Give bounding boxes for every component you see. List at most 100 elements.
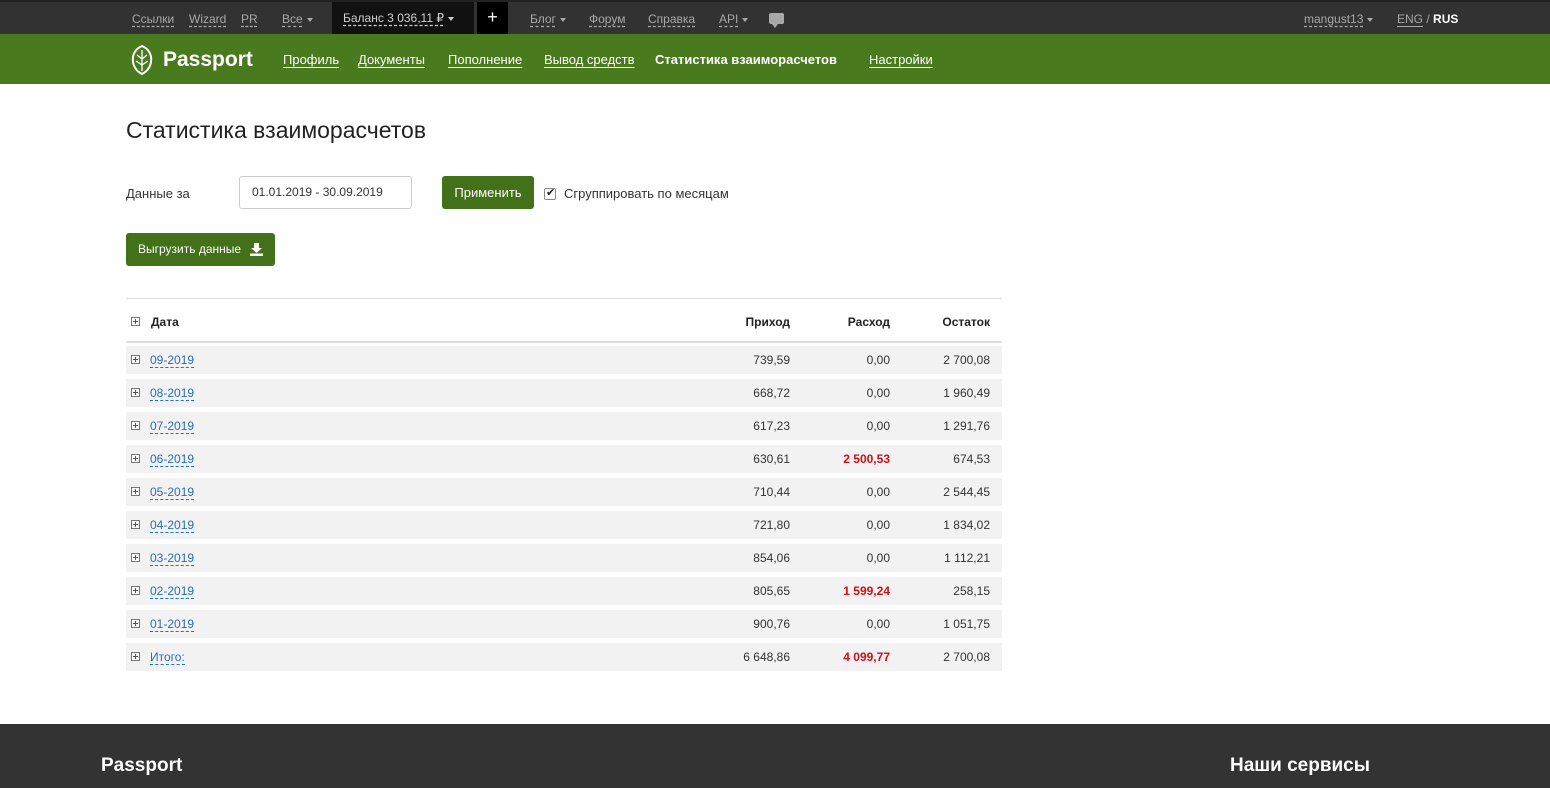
row-income: 739,59 xyxy=(753,353,790,367)
footer-title: Passport xyxy=(101,755,183,776)
expand-row-icon[interactable] xyxy=(131,487,140,496)
row-expense: 0,00 xyxy=(866,485,890,499)
row-date-link[interactable]: 09-2019 xyxy=(150,353,195,368)
expand-row-icon[interactable] xyxy=(131,520,140,529)
nav-statistics[interactable]: Статистика взаиморасчетов xyxy=(655,52,837,67)
nav-profile[interactable]: Профиль xyxy=(283,52,339,67)
nav-topup[interactable]: Пополнение xyxy=(448,52,522,67)
api-label: API xyxy=(719,12,739,26)
row-balance: 1 960,49 xyxy=(943,386,990,400)
row-date-link[interactable]: 03-2019 xyxy=(150,551,195,566)
nav-documents[interactable]: Документы xyxy=(358,52,425,67)
chevron-down-icon xyxy=(559,17,566,22)
balance-value: Баланс 3 036,11 ₽ xyxy=(343,11,444,25)
table-row: 03-2019 854,06 0,00 1 112,21 xyxy=(126,541,1002,574)
row-income: 617,23 xyxy=(753,419,790,433)
row-income: 6 648,86 xyxy=(743,650,790,664)
topbar-link-links[interactable]: Ссылки xyxy=(132,12,174,26)
logo-text[interactable]: Passport xyxy=(163,48,253,72)
export-label: Выгрузить данные xyxy=(138,242,242,256)
row-income: 721,80 xyxy=(753,518,790,532)
export-data-button[interactable]: Выгрузить данные xyxy=(126,233,275,266)
row-expense: 0,00 xyxy=(866,617,890,631)
table-row: 09-2019 739,59 0,00 2 700,08 xyxy=(126,343,1002,376)
table-row: 04-2019 721,80 0,00 1 834,02 xyxy=(126,508,1002,541)
topbar-api-dropdown[interactable]: API xyxy=(719,12,749,26)
statistics-table: Дата Приход Расход Остаток 09-2019 739,59… xyxy=(126,298,1002,673)
row-balance: 2 700,08 xyxy=(943,353,990,367)
expand-row-icon[interactable] xyxy=(131,421,140,430)
row-balance: 1 112,21 xyxy=(944,551,990,565)
row-expense: 0,00 xyxy=(866,551,890,565)
nav-withdraw[interactable]: Вывод средств xyxy=(544,52,635,67)
expand-row-icon[interactable] xyxy=(131,454,140,463)
row-balance: 1 051,75 xyxy=(943,617,990,631)
balance-dropdown[interactable]: Баланс 3 036,11 ₽ xyxy=(332,2,474,34)
expand-row-icon[interactable] xyxy=(131,619,140,628)
main-nav: Passport Профиль Документы Пополнение Вы… xyxy=(0,34,1550,84)
header-balance[interactable]: Остаток xyxy=(880,315,990,329)
footer: Passport Наши сервисы xyxy=(0,724,1550,788)
lang-rus-current: RUS xyxy=(1433,12,1459,26)
topbar-all-dropdown[interactable]: Все xyxy=(282,12,313,26)
nav-settings[interactable]: Настройки xyxy=(869,52,933,67)
expand-row-icon[interactable] xyxy=(131,652,140,661)
row-expense: 0,00 xyxy=(866,386,890,400)
topbar-link-pr[interactable]: PR xyxy=(241,12,258,26)
row-date-link[interactable]: Итого: xyxy=(150,650,185,665)
group-by-month-label[interactable]: Сгруппировать по месяцам xyxy=(564,186,729,201)
topbar-link-forum[interactable]: Форум xyxy=(589,12,625,26)
page-title: Статистика взаиморасчетов xyxy=(126,117,427,143)
chat-icon[interactable] xyxy=(769,13,784,28)
table-row: 08-2019 668,72 0,00 1 960,49 xyxy=(126,376,1002,409)
download-icon xyxy=(250,243,263,256)
expand-row-icon[interactable] xyxy=(131,355,140,364)
row-date-link[interactable]: 01-2019 xyxy=(150,617,195,632)
table-row: 06-2019 630,61 2 500,53 674,53 xyxy=(126,442,1002,475)
row-date-link[interactable]: 08-2019 xyxy=(150,386,195,401)
add-funds-button[interactable]: + xyxy=(477,2,508,34)
row-expense: 4 099,77 xyxy=(843,650,890,664)
header-expense[interactable]: Расход xyxy=(780,315,890,329)
row-income: 710,44 xyxy=(753,485,790,499)
user-menu-dropdown[interactable]: mangust13 xyxy=(1304,12,1374,26)
topbar-blog-dropdown[interactable]: Блог xyxy=(530,12,566,26)
date-range-input[interactable]: 01.01.2019 - 30.09.2019 xyxy=(239,176,412,209)
expand-all-icon[interactable] xyxy=(131,317,140,326)
apply-button[interactable]: Применить xyxy=(442,176,534,209)
table-row: Итого: 6 648,86 4 099,77 2 700,08 xyxy=(126,640,1002,673)
header-income[interactable]: Приход xyxy=(680,315,791,329)
language-switcher: ENG / RUS xyxy=(1397,12,1458,26)
row-expense: 1 599,24 xyxy=(843,584,890,598)
row-balance: 2 700,08 xyxy=(943,650,990,664)
row-balance: 1 834,02 xyxy=(943,518,990,532)
balance-label: Баланс 3 036,11 ₽ xyxy=(343,11,454,25)
row-expense: 0,00 xyxy=(866,353,890,367)
chevron-down-icon xyxy=(1367,17,1374,22)
username: mangust13 xyxy=(1304,12,1364,26)
row-date-link[interactable]: 07-2019 xyxy=(150,419,195,434)
lang-eng-link[interactable]: ENG xyxy=(1397,12,1423,26)
row-date-link[interactable]: 02-2019 xyxy=(150,584,195,599)
table-row: 07-2019 617,23 0,00 1 291,76 xyxy=(126,409,1002,442)
header-date[interactable]: Дата xyxy=(151,315,179,329)
row-expense: 0,00 xyxy=(866,419,890,433)
row-income: 854,06 xyxy=(753,551,790,565)
row-date-link[interactable]: 05-2019 xyxy=(150,485,195,500)
expand-row-icon[interactable] xyxy=(131,388,140,397)
group-by-month-checkbox[interactable] xyxy=(544,186,556,200)
row-date-link[interactable]: 04-2019 xyxy=(150,518,195,533)
row-income: 900,76 xyxy=(753,617,790,631)
expand-row-icon[interactable] xyxy=(131,553,140,562)
passport-logo-icon[interactable] xyxy=(130,45,154,75)
filter-label: Данные за xyxy=(126,186,190,201)
table-body: 09-2019 739,59 0,00 2 700,08 08-2019 668,72 0,… xyxy=(126,343,1002,673)
topbar-link-help[interactable]: Справка xyxy=(648,12,695,26)
top-bar: Ссылки Wizard PR Все Баланс 3 036,11 ₽ +… xyxy=(0,0,1550,34)
row-expense: 2 500,53 xyxy=(843,452,890,466)
expand-row-icon[interactable] xyxy=(131,586,140,595)
row-balance: 674,53 xyxy=(953,452,990,466)
row-balance: 258,15 xyxy=(953,584,990,598)
row-date-link[interactable]: 06-2019 xyxy=(150,452,195,467)
topbar-link-wizard[interactable]: Wizard xyxy=(189,12,226,26)
